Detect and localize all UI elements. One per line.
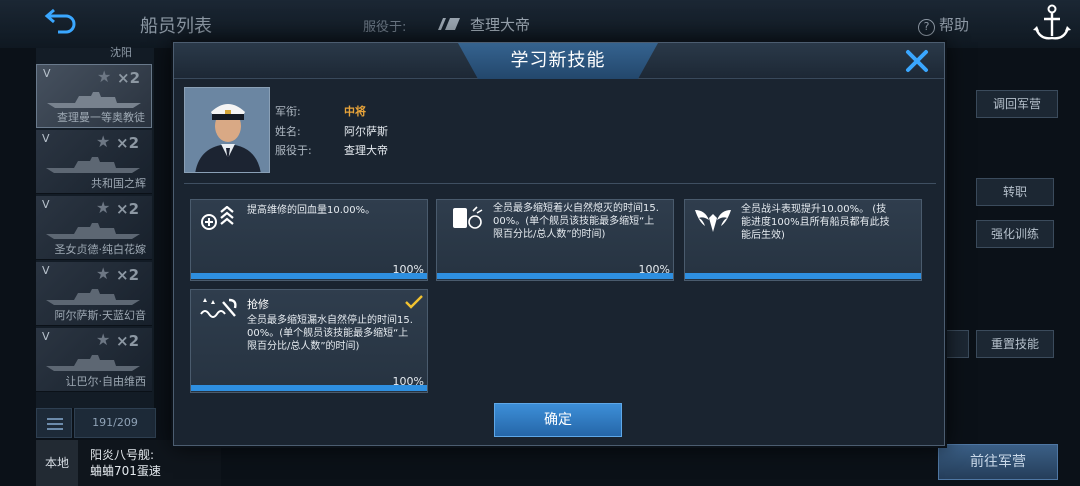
chat-message: 蛐蛐701蛋速 <box>90 464 161 478</box>
divider <box>184 183 936 184</box>
skill-button[interactable] <box>945 330 969 358</box>
ship-silhouette-icon <box>46 355 140 371</box>
ship-name: 查理曼一等奥教徒 <box>57 111 145 124</box>
help-button[interactable]: ? 帮助 <box>918 14 969 36</box>
ship-flag-icon <box>438 18 460 30</box>
wing-emblem-icon <box>695 210 731 232</box>
goto-barracks-button[interactable]: 前往军营 <box>938 444 1058 480</box>
skill-progress-fill <box>685 273 921 279</box>
serve-ship: 查理大帝 <box>344 144 388 157</box>
ship-card[interactable]: V ★ ×2 查理曼一等奥教徒 <box>36 64 152 128</box>
rank-label: 军衔: <box>275 105 301 118</box>
skill-name: 抢修 <box>247 298 269 311</box>
back-arrow-icon <box>44 8 76 34</box>
ship-silhouette-icon <box>46 289 140 305</box>
ship-level: V <box>42 198 50 211</box>
help-label: 帮助 <box>939 16 970 34</box>
list-icon <box>47 418 63 420</box>
skill-card[interactable]: 提高维修的回血量10.00%。 100% <box>190 199 428 281</box>
ship-level: V <box>42 330 50 343</box>
skill-description: 全员战斗表现提升10.00%。 (技 能进度100%且所有船员都有此技 能后生效… <box>741 204 890 241</box>
crew-count: 191/209 <box>74 408 156 438</box>
local-channel-button[interactable]: 本地 <box>36 440 78 486</box>
skill-progress-bar <box>685 273 921 279</box>
ship-multiplier: ×2 <box>116 200 140 218</box>
serve-label: 服役于: <box>275 144 312 157</box>
ship-multiplier: ×2 <box>116 134 140 152</box>
ship-silhouette-icon <box>47 92 141 108</box>
star-icon: ★ <box>97 67 112 86</box>
ship-card[interactable]: V ★ ×2 阿尔萨斯·天蓝幻音 <box>36 262 152 326</box>
check-icon <box>405 295 423 309</box>
question-icon: ? <box>918 19 935 36</box>
star-icon: ★ <box>96 198 111 217</box>
skill-description: 全员最多缩短着火自然熄灭的时间15. 00%。(单个舰员该技能最多缩短“上 限百… <box>493 203 659 240</box>
ship-card[interactable]: V ★ ×2 让巴尔·自由维西 <box>36 328 152 392</box>
name-label: 姓名: <box>275 125 301 138</box>
serving-label: 服役于: <box>363 20 407 35</box>
skill-description: 全员最多缩短漏水自然停止的时间15. 00%。(单个舰员该技能最多缩短“上 限百… <box>247 315 413 352</box>
rank-value: 中将 <box>344 105 366 118</box>
star-icon: ★ <box>96 264 111 283</box>
officer-name: 阿尔萨斯 <box>344 125 388 138</box>
ship-name: 共和国之辉 <box>91 177 146 190</box>
fire-extinguish-icon <box>453 206 483 229</box>
skill-progress-text: 100% <box>392 263 424 276</box>
skill-progress-text: 100% <box>392 375 424 388</box>
ship-name: 让巴尔·自由维西 <box>65 375 147 388</box>
recall-button[interactable]: 调回军营 <box>976 90 1058 118</box>
ship-level: V <box>42 132 50 145</box>
ship-multiplier: ×2 <box>116 266 140 284</box>
crew-list-title: 船员列表 <box>140 16 212 37</box>
close-icon[interactable] <box>902 46 932 76</box>
serving-ship-name: 查理大帝 <box>470 16 531 34</box>
officer-avatar <box>185 88 269 172</box>
ship-name: 阿尔萨斯·天蓝幻音 <box>54 309 147 322</box>
emergency-repair-icon <box>200 298 237 318</box>
ship-multiplier: ×2 <box>116 332 140 350</box>
list-view-button[interactable] <box>36 408 72 438</box>
enhance-training-button[interactable]: 强化训练 <box>976 220 1054 248</box>
officer-portrait <box>184 87 270 173</box>
ship-level: V <box>42 264 50 277</box>
anchor-icon[interactable] <box>1030 2 1074 46</box>
ship-multiplier: ×2 <box>117 69 141 87</box>
skill-card[interactable]: 全员战斗表现提升10.00%。 (技 能进度100%且所有船员都有此技 能后生效… <box>684 199 922 281</box>
ship-card[interactable]: V ★ ×2 圣女贞德·纯白花嫁 <box>36 196 152 260</box>
ship-silhouette-icon <box>46 223 140 239</box>
ship-card[interactable]: V ★ ×2 共和国之辉 <box>36 130 152 194</box>
ship-name: 圣女贞德·纯白花嫁 <box>54 243 147 256</box>
confirm-button[interactable]: 确定 <box>494 403 622 437</box>
top-ship-name: 沈阳 <box>110 46 132 59</box>
back-button[interactable] <box>38 4 86 38</box>
repair-boost-icon <box>201 206 234 230</box>
dialog-title: 学习新技能 <box>510 50 606 71</box>
skill-card-selected[interactable]: 抢修 全员最多缩短漏水自然停止的时间15. 00%。(单个舰员该技能最多缩短“上… <box>190 289 428 393</box>
chat-sender: 阳炎八号舰: <box>90 448 155 462</box>
star-icon: ★ <box>96 132 111 151</box>
transfer-button[interactable]: 转职 <box>976 178 1054 206</box>
skill-description: 提高维修的回血量10.00%。 <box>247 205 376 216</box>
skill-card[interactable]: 全员最多缩短着火自然熄灭的时间15. 00%。(单个舰员该技能最多缩短“上 限百… <box>436 199 674 281</box>
star-icon: ★ <box>96 330 111 349</box>
skill-progress-text: 100% <box>638 263 670 276</box>
learn-skill-dialog: 学习新技能 军衔: 中将 姓名: 阿尔萨斯 服役于: 查理大帝 提高维修的回血量… <box>173 42 945 446</box>
ship-level: V <box>43 67 51 80</box>
ship-list-sidebar: V ★ ×2 查理曼一等奥教徒 V ★ ×2 共和国之辉 V ★ ×2 圣女贞德… <box>36 48 154 408</box>
reset-skill-button[interactable]: 重置技能 <box>976 330 1054 358</box>
ship-silhouette-icon <box>46 157 140 173</box>
top-bar: 船员列表 服役于: 查理大帝 ? 帮助 <box>0 0 1080 48</box>
